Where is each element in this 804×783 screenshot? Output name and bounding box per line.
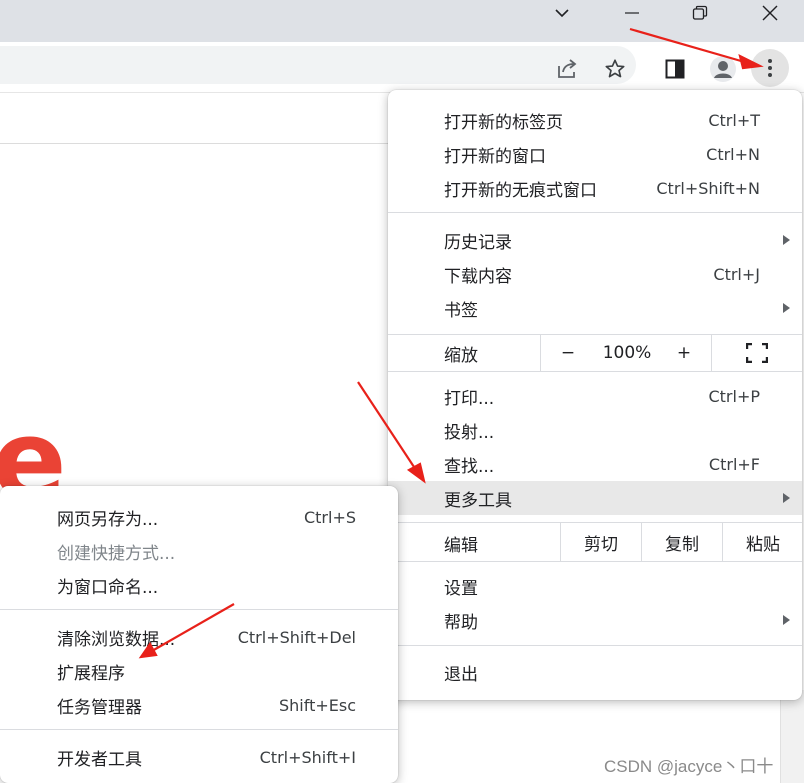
submenu-item-name-window[interactable]: 为窗口命名... <box>0 568 398 602</box>
zoom-out-button[interactable]: − <box>548 336 588 370</box>
submenu-item-create-shortcut: 创建快捷方式... <box>0 534 398 568</box>
menu-item-label: 扩展程序 <box>57 663 125 684</box>
chrome-main-menu: 打开新的标签页 Ctrl+T 打开新的窗口 Ctrl+N 打开新的无痕式窗口 C… <box>388 90 802 700</box>
menu-item-print[interactable]: 打印... Ctrl+P <box>388 379 802 413</box>
menu-item-label: 任务管理器 <box>57 697 142 718</box>
menu-item-new-window[interactable]: 打开新的窗口 Ctrl+N <box>388 137 802 171</box>
watermark: CSDN @jacyce丶口十 <box>604 757 774 776</box>
menu-item-label: 退出 <box>444 664 478 685</box>
more-tools-submenu: 网页另存为... Ctrl+S 创建快捷方式... 为窗口命名... 清除浏览数… <box>0 486 398 783</box>
menu-item-help[interactable]: 帮助 <box>388 603 802 637</box>
side-panel-button[interactable] <box>660 54 690 84</box>
chevron-down-icon <box>555 9 569 18</box>
menu-item-shortcut: Ctrl+Shift+Del <box>237 627 356 647</box>
submenu-item-save-page-as[interactable]: 网页另存为... Ctrl+S <box>0 500 398 534</box>
menu-item-label: 打开新的窗口 <box>444 146 546 167</box>
menu-separator <box>388 371 802 372</box>
menu-item-shortcut: Ctrl+P <box>708 386 760 406</box>
menu-item-label: 投射... <box>444 422 495 443</box>
profile-button[interactable] <box>708 54 738 84</box>
menu-separator <box>388 645 802 646</box>
menu-item-shortcut: Ctrl+N <box>706 144 760 164</box>
menu-item-label: 清除浏览数据... <box>57 629 176 650</box>
menu-item-shortcut: Ctrl+F <box>708 454 760 474</box>
restore-icon <box>692 5 708 20</box>
three-dots-icon <box>768 59 772 77</box>
fullscreen-icon <box>746 343 768 363</box>
minimize-button[interactable] <box>600 0 664 26</box>
menu-item-history[interactable]: 历史记录 <box>388 223 802 257</box>
zoom-divider <box>711 335 712 371</box>
close-icon <box>762 5 778 21</box>
close-button[interactable] <box>738 0 802 26</box>
menu-separator <box>388 561 802 562</box>
menu-item-exit[interactable]: 退出 <box>388 655 802 689</box>
menu-item-shortcut: Ctrl+Shift+I <box>259 747 356 767</box>
submenu-arrow-icon <box>783 615 790 625</box>
profile-icon <box>710 56 736 82</box>
browser-toolbar <box>0 42 804 93</box>
menu-item-label: 创建快捷方式... <box>57 543 176 564</box>
submenu-arrow-icon <box>783 235 790 245</box>
title-bar <box>0 0 804 42</box>
menu-item-bookmarks[interactable]: 书签 <box>388 291 802 325</box>
menu-item-shortcut: Ctrl+Shift+N <box>656 178 760 198</box>
menu-item-new-incognito-window[interactable]: 打开新的无痕式窗口 Ctrl+Shift+N <box>388 171 802 205</box>
menu-item-label: 帮助 <box>444 612 478 633</box>
menu-separator <box>388 212 802 213</box>
submenu-item-clear-browsing-data[interactable]: 清除浏览数据... Ctrl+Shift+Del <box>0 620 398 654</box>
submenu-arrow-icon <box>783 493 790 503</box>
cut-button[interactable]: 剪切 <box>561 523 641 561</box>
menu-item-downloads[interactable]: 下载内容 Ctrl+J <box>388 257 802 291</box>
edit-label: 编辑 <box>444 535 478 556</box>
menu-item-label: 更多工具 <box>444 490 512 511</box>
menu-item-shortcut: Ctrl+T <box>708 110 760 130</box>
menu-item-more-tools[interactable]: 更多工具 <box>388 481 802 515</box>
minimize-icon <box>625 12 639 14</box>
menu-item-label: 设置 <box>444 578 478 599</box>
menu-item-shortcut: Ctrl+S <box>303 507 356 527</box>
menu-separator <box>0 609 398 610</box>
bookmark-star-button[interactable] <box>600 54 630 84</box>
address-bar[interactable] <box>0 46 636 84</box>
zoom-level: 100% <box>602 343 652 363</box>
menu-item-label: 下载内容 <box>444 266 512 287</box>
zoom-divider <box>540 335 541 371</box>
menu-item-label: 打开新的无痕式窗口 <box>444 180 597 201</box>
copy-button[interactable]: 复制 <box>642 523 722 561</box>
menu-item-cast[interactable]: 投射... <box>388 413 802 447</box>
menu-item-label: 书签 <box>444 300 478 321</box>
share-icon <box>558 59 577 78</box>
paste-button[interactable]: 粘贴 <box>723 523 803 561</box>
side-panel-icon <box>665 59 685 79</box>
submenu-item-extensions[interactable]: 扩展程序 <box>0 654 398 688</box>
menu-item-label: 历史记录 <box>444 232 512 253</box>
chrome-menu-button[interactable] <box>751 49 789 87</box>
menu-item-find[interactable]: 查找... Ctrl+F <box>388 447 802 481</box>
restore-button[interactable] <box>668 0 732 26</box>
menu-item-label: 打印... <box>444 388 495 409</box>
menu-item-settings[interactable]: 设置 <box>388 569 802 603</box>
menu-item-label: 打开新的标签页 <box>444 112 563 133</box>
menu-item-shortcut: Ctrl+J <box>713 264 760 284</box>
submenu-item-task-manager[interactable]: 任务管理器 Shift+Esc <box>0 688 398 722</box>
menu-item-label: 为窗口命名... <box>57 577 159 598</box>
tab-search-button[interactable] <box>530 0 594 26</box>
submenu-item-developer-tools[interactable]: 开发者工具 Ctrl+Shift+I <box>0 740 398 774</box>
menu-item-shortcut: Shift+Esc <box>278 695 356 715</box>
fullscreen-button[interactable] <box>728 336 786 370</box>
zoom-label: 缩放 <box>444 345 478 366</box>
menu-item-new-tab[interactable]: 打开新的标签页 Ctrl+T <box>388 103 802 137</box>
menu-separator <box>0 729 398 730</box>
zoom-in-button[interactable]: + <box>664 336 704 370</box>
star-icon <box>605 59 625 78</box>
menu-item-label: 查找... <box>444 456 495 477</box>
menu-item-label: 网页另存为... <box>57 509 159 530</box>
submenu-arrow-icon <box>783 303 790 313</box>
content-divider <box>0 143 400 144</box>
menu-separator <box>388 334 802 335</box>
menu-item-label: 开发者工具 <box>57 749 142 770</box>
share-button[interactable] <box>552 54 582 84</box>
scrollbar-area[interactable] <box>780 690 804 783</box>
